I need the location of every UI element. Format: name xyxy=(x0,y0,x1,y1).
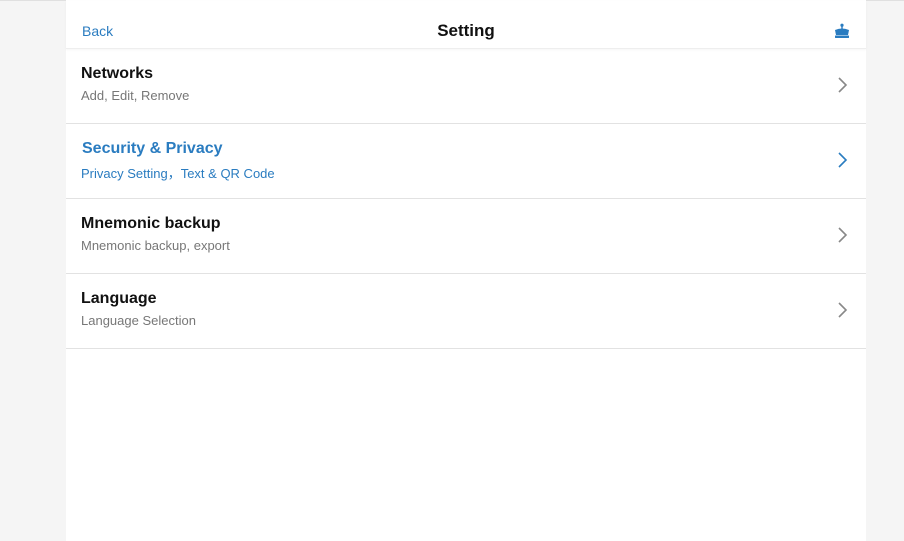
settings-item-label: Mnemonic backup xyxy=(81,215,221,232)
settings-item-security-privacy[interactable]: Security & Privacy Privacy Setting，Text … xyxy=(66,124,866,199)
settings-item-networks[interactable]: Networks Add, Edit, Remove xyxy=(66,49,866,124)
settings-item-label: Networks xyxy=(81,65,154,82)
settings-item-mnemonic-backup[interactable]: Mnemonic backup Mnemonic backup, export xyxy=(66,199,866,274)
settings-panel: Back Setting Networks Add, Edit, Remove … xyxy=(66,0,866,541)
header-bar: Back Setting xyxy=(66,1,866,49)
settings-item-description: Add, Edit, Remove xyxy=(81,88,190,103)
settings-list: Networks Add, Edit, Remove Security & Pr… xyxy=(66,49,866,349)
chevron-right-icon xyxy=(838,227,848,243)
settings-item-language[interactable]: Language Language Selection xyxy=(66,274,866,349)
chevron-right-icon xyxy=(838,152,848,168)
chevron-right-icon xyxy=(838,302,848,318)
settings-item-label: Security & Privacy xyxy=(82,140,223,157)
crown-icon[interactable] xyxy=(834,23,850,39)
settings-item-label: Language xyxy=(81,290,157,307)
chevron-right-icon xyxy=(838,77,848,93)
settings-item-description: Language Selection xyxy=(81,313,196,328)
page-title: Setting xyxy=(437,21,495,40)
settings-item-description: Privacy Setting，Text & QR Code xyxy=(81,166,275,181)
settings-item-description: Mnemonic backup, export xyxy=(81,238,230,253)
